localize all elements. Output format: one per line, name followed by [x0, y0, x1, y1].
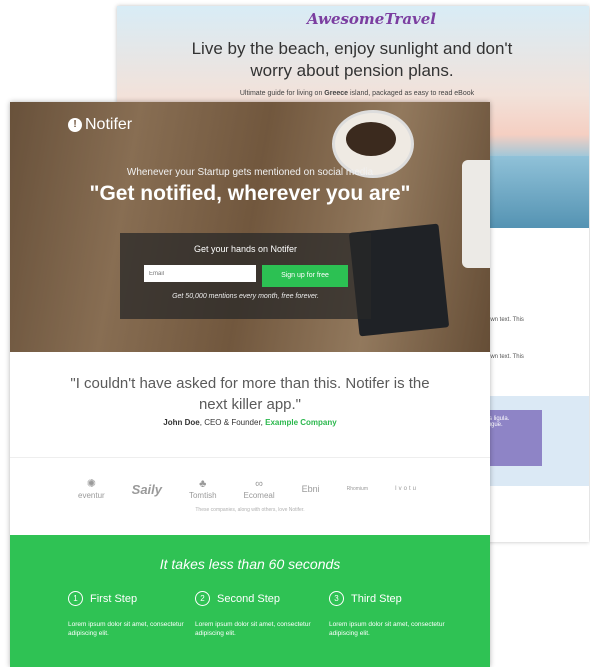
logo-text: Notifer — [85, 116, 133, 133]
company-logo-label: eventur — [78, 491, 105, 500]
step-3: 3 Third Step Lorem ipsum dolor sit amet,… — [329, 591, 449, 638]
back-sub-suffix: island, packaged as easy to read eBook — [348, 90, 475, 97]
step-text-1: Lorem ipsum dolor sit amet, consectetur … — [68, 621, 184, 637]
back-snippet-2: own text. This — [487, 354, 524, 360]
hero-title: "Get notified, wherever you are" — [89, 182, 411, 205]
company-logos: ✺ eventur Saily ♣ Tomtish ∞ Ecomeal Ebni Rh… — [78, 478, 418, 500]
company-logo-ecomeal: ∞ Ecomeal — [243, 478, 275, 500]
hero-subtitle: Whenever your Startup gets mentioned on … — [126, 167, 374, 178]
step-number-3: 3 — [329, 591, 344, 606]
step-2: 2 Second Step Lorem ipsum dolor sit amet… — [195, 591, 315, 638]
company-logo-label: Ecomeal — [243, 491, 275, 500]
step-text-3: Lorem ipsum dolor sit amet, consectetur … — [329, 621, 445, 637]
company-logo-ivotu: Ivotu — [394, 486, 418, 492]
signup-button[interactable]: Sign up for free — [262, 265, 348, 287]
testimonial-quote: "I couldn't have asked for more than thi… — [70, 375, 430, 413]
notifer-page-preview: ! Notifer Whenever your Startup gets men… — [10, 102, 490, 667]
author-name: John Doe — [163, 418, 200, 427]
email-field[interactable] — [144, 265, 256, 282]
step-1: 1 First Step Lorem ipsum dolor sit amet,… — [68, 591, 188, 638]
awesometravel-logo: AwesomeTravel — [307, 10, 437, 28]
back-sub-bold: Greece — [324, 90, 349, 97]
company-logo-ebni: Ebni — [301, 484, 320, 494]
company-logo-label: Tomtish — [188, 491, 217, 500]
exclamation-circle-icon: ! — [68, 118, 82, 132]
back-subheadline: Ultimate guide for living on Greece isla… — [207, 90, 507, 97]
divider — [10, 457, 490, 458]
company-logo-tomtish: ♣ Tomtish — [188, 478, 217, 500]
testimonial-author: John Doe, CEO & Founder, Example Company — [10, 418, 490, 427]
back-sub-prefix: Ultimate guide for living on — [239, 90, 325, 97]
steps-title: It takes less than 60 seconds — [159, 556, 341, 572]
author-company-link[interactable]: Example Company — [265, 418, 337, 427]
company-logo-eventur: ✺ eventur — [78, 478, 105, 500]
company-logo-rhomium: Rhomium — [346, 486, 368, 492]
logos-caption: These companies, along with others, love… — [195, 507, 305, 513]
steps-section: It takes less than 60 seconds 1 First St… — [10, 535, 490, 667]
step-text-2: Lorem ipsum dolor sit amet, consectetur … — [195, 621, 311, 637]
back-snippet-1: own text. This — [487, 317, 524, 323]
notifer-logo[interactable]: ! Notifer — [68, 116, 132, 134]
step-number-1: 1 — [68, 591, 83, 606]
step-title-2: Second Step — [217, 592, 280, 605]
signup-box: Get your hands on Notifer Sign up for fr… — [120, 233, 371, 319]
step-number-2: 2 — [195, 591, 210, 606]
signup-note: Get 50,000 mentions every month, free fo… — [172, 293, 319, 300]
coffee-image — [346, 122, 396, 156]
step-title-3: Third Step — [351, 592, 402, 605]
company-logo-saily: Saily — [131, 481, 163, 497]
signup-title: Get your hands on Notifer — [193, 244, 298, 254]
author-role: , CEO & Founder, — [199, 418, 266, 427]
back-headline: Live by the beach, enjoy sunlight and do… — [191, 39, 513, 80]
step-title-1: First Step — [90, 592, 138, 605]
